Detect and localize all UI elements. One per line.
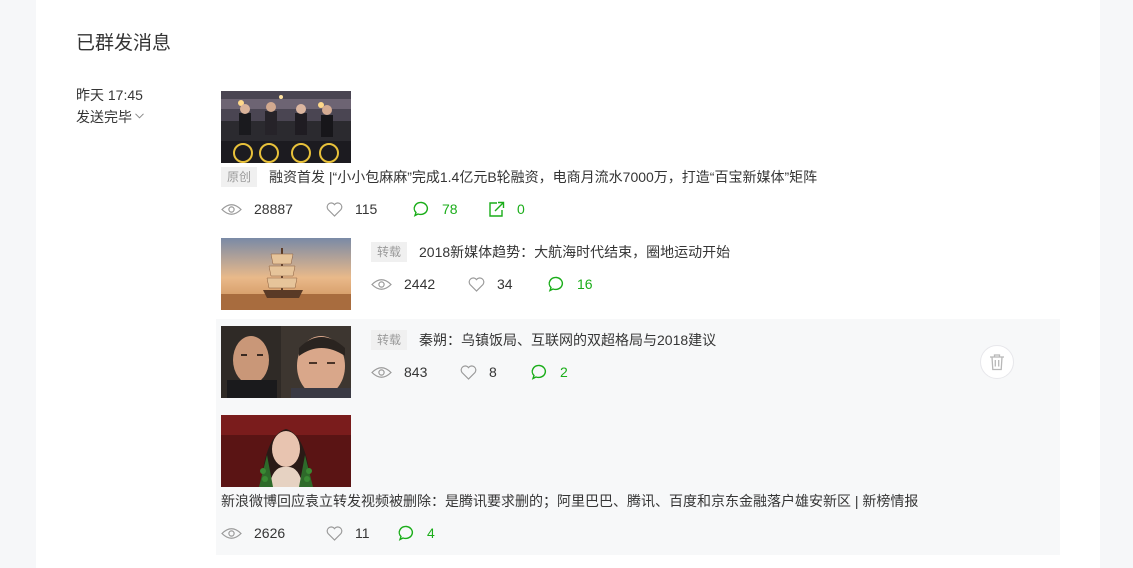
share-count: 0 — [488, 201, 525, 217]
article-cover-image[interactable] — [221, 415, 351, 487]
chevron-down-icon — [135, 106, 144, 128]
article-cover-image[interactable] — [221, 238, 351, 310]
batch-status-label: 发送完毕 — [76, 109, 132, 125]
trash-icon — [990, 354, 1004, 371]
batch-meta: 昨天 17:45 发送完毕 — [76, 84, 144, 128]
comment-icon — [398, 525, 414, 541]
repost-tag: 转载 — [371, 242, 408, 262]
batch-time: 昨天 17:45 — [76, 87, 143, 103]
read-count: 843 — [371, 364, 460, 380]
article-title[interactable]: 融资首发 |“小小包麻麻”完成1.4亿元B轮融资，电商月流水7000万，打造“百… — [269, 167, 817, 187]
article-stats: 843 8 2 — [371, 364, 568, 380]
delete-button[interactable] — [980, 345, 1014, 379]
eye-icon — [221, 203, 242, 215]
article-title[interactable]: 秦朔：乌镇饭局、互联网的双超格局与2018建议 — [419, 330, 716, 350]
article-title[interactable]: 2018新媒体趋势：大航海时代结束，圈地运动开始 — [419, 242, 730, 262]
original-tag: 原创 — [221, 167, 258, 187]
read-count: 28887 — [221, 201, 326, 217]
read-count: 2442 — [371, 276, 468, 292]
like-count: 34 — [468, 276, 548, 292]
share-icon — [489, 201, 505, 217]
article-title-line[interactable]: 原创 融资首发 |“小小包麻麻”完成1.4亿元B轮融资，电商月流水7000万，打… — [221, 167, 817, 187]
article-stats: 28887 115 78 0 — [221, 201, 525, 217]
article-title-line[interactable]: 转载 秦朔：乌镇饭局、互联网的双超格局与2018建议 — [371, 330, 716, 350]
comment-count[interactable]: 2 — [531, 364, 568, 380]
comment-count[interactable]: 78 — [413, 201, 488, 217]
comment-icon — [548, 276, 564, 292]
eye-icon — [371, 278, 392, 290]
comment-count[interactable]: 4 — [398, 525, 435, 541]
eye-icon — [221, 527, 242, 539]
article-title-line[interactable]: 新浪微博回应袁立转发视频被删除：是腾讯要求删的；阿里巴巴、腾讯、百度和京东金融落… — [221, 491, 918, 511]
batch-status-dropdown[interactable]: 发送完毕 — [76, 106, 144, 128]
heart-icon — [326, 525, 343, 541]
message-panel: 已群发消息 昨天 17:45 发送完毕 原创 融资首发 |“小小包麻麻”完成1.… — [36, 0, 1100, 568]
heart-icon — [468, 276, 485, 292]
page-title: 已群发消息 — [76, 33, 172, 54]
article-title[interactable]: 新浪微博回应袁立转发视频被删除：是腾讯要求删的；阿里巴巴、腾讯、百度和京东金融落… — [221, 491, 918, 511]
like-count: 115 — [326, 201, 413, 217]
article-cover-image[interactable] — [221, 326, 351, 398]
article-stats: 2442 34 16 — [371, 276, 593, 292]
article-stats: 2626 11 4 — [221, 525, 435, 541]
eye-icon — [371, 366, 392, 378]
like-count: 8 — [460, 364, 531, 380]
repost-tag: 转载 — [371, 330, 408, 350]
comment-icon — [531, 364, 547, 380]
comment-count[interactable]: 16 — [548, 276, 593, 292]
heart-icon — [326, 201, 343, 217]
article-title-line[interactable]: 转载 2018新媒体趋势：大航海时代结束，圈地运动开始 — [371, 242, 730, 262]
like-count: 11 — [326, 525, 398, 541]
heart-icon — [460, 364, 477, 380]
read-count: 2626 — [221, 525, 326, 541]
comment-icon — [413, 201, 429, 217]
article-cover-image[interactable] — [221, 91, 351, 163]
